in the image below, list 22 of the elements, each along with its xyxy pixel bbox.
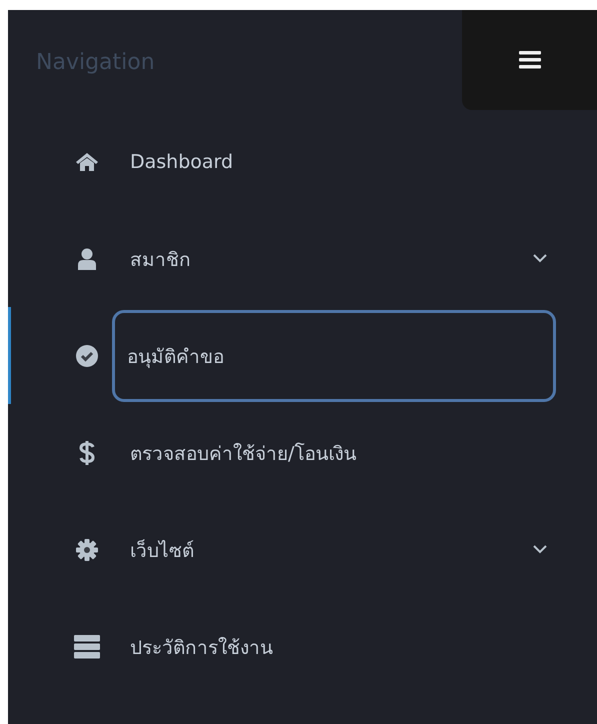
nav-item-label: อนุมัติคำขอ: [112, 310, 556, 402]
gear-icon: [76, 538, 98, 560]
nav-item-label: ตรวจสอบค่าใช้จ่าย/โอนเงิน: [129, 442, 358, 466]
nav-item[interactable]: ประวัติการใช้งาน: [8, 598, 597, 695]
nav-item-label: Dashboard: [129, 150, 234, 174]
nav-item-label: สมาชิก: [129, 248, 192, 272]
check-circle-icon: [76, 344, 98, 366]
nav-item[interactable]: อนุมัติคำขอ: [8, 307, 597, 404]
nav-item[interactable]: สมาชิก: [8, 210, 597, 307]
home-icon: [75, 152, 99, 172]
nav-item-label: ประวัติการใช้งาน: [129, 636, 274, 660]
nav-item-label: เว็บไซต์: [129, 538, 195, 564]
chevron-down-icon: [533, 254, 547, 263]
nav-item[interactable]: ตรวจสอบค่าใช้จ่าย/โอนเงิน: [8, 404, 597, 501]
dollar-icon: [79, 440, 95, 466]
menu-toggle-button[interactable]: [462, 10, 597, 110]
user-icon: [77, 248, 97, 270]
nav-item[interactable]: Dashboard: [8, 113, 597, 210]
nav-item[interactable]: เว็บไซต์: [8, 501, 597, 598]
chevron-down-icon: [533, 545, 547, 554]
server-icon: [74, 634, 100, 658]
menu-icon: [518, 51, 540, 69]
